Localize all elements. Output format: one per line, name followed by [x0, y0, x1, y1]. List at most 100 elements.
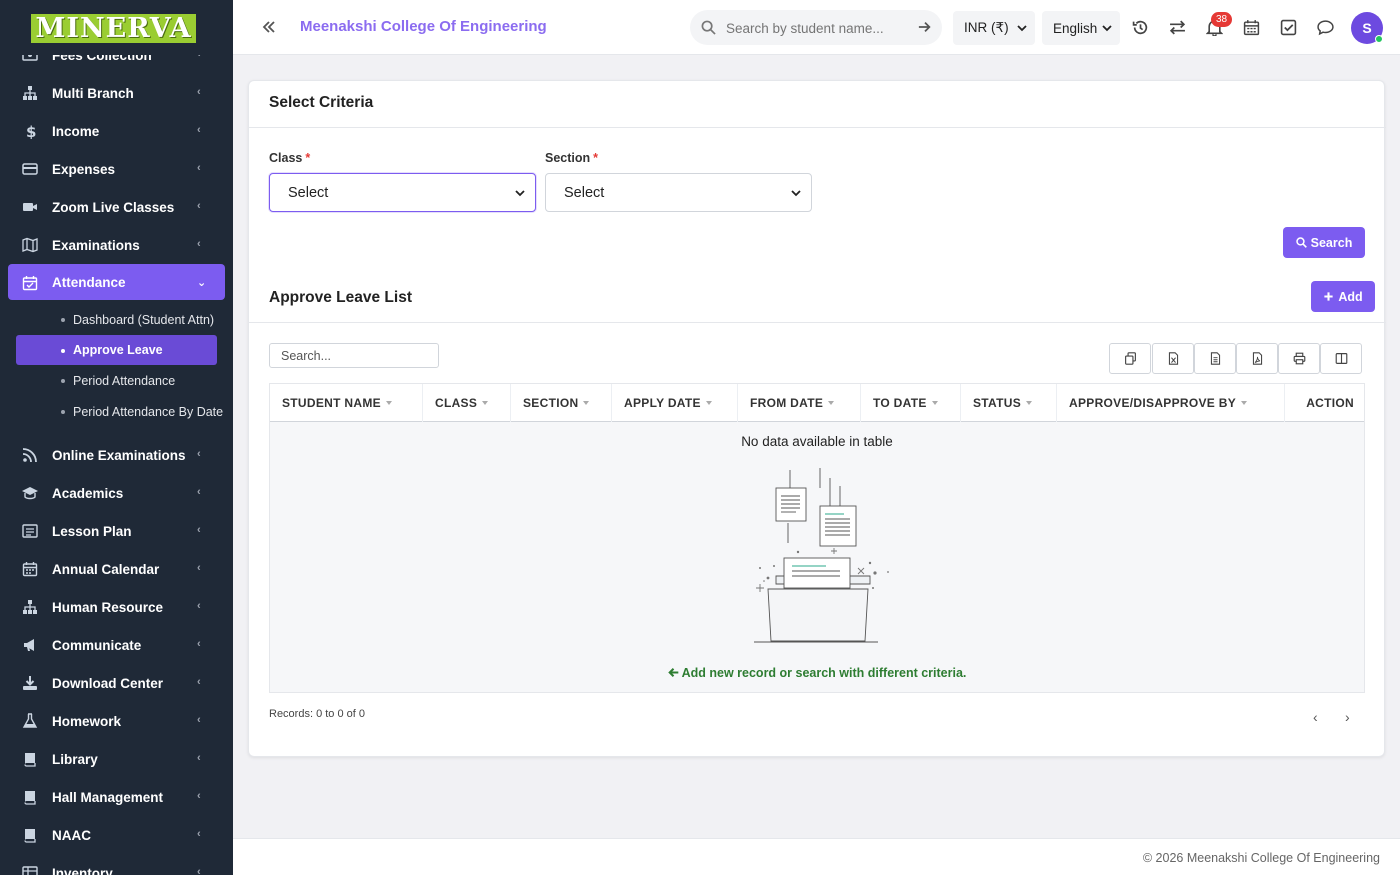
- column-header-section[interactable]: SECTION: [511, 384, 612, 422]
- sidebar-subitem-dashboard-student-attn[interactable]: Dashboard (Student Attn): [0, 304, 233, 335]
- export-pdf-button[interactable]: [1236, 343, 1278, 374]
- sidebar-item-lesson-plan[interactable]: Lesson Plan ‹: [0, 512, 233, 550]
- sidebar-item-human-resource[interactable]: Human Resource ‹: [0, 588, 233, 626]
- list-alt-icon: [22, 524, 38, 538]
- chevron-left-icon: ‹: [197, 524, 201, 536]
- sidebar-item-communicate[interactable]: Communicate ‹: [0, 626, 233, 664]
- history-icon[interactable]: [1132, 19, 1149, 36]
- chevron-down-icon: [515, 190, 525, 197]
- chevron-left-icon: ‹: [197, 86, 201, 98]
- dollar-icon: $: [26, 123, 36, 139]
- flask-icon: [22, 713, 38, 728]
- sidebar-item-label: Human Resource: [52, 599, 164, 615]
- chevron-left-icon: ‹: [197, 238, 201, 250]
- table-search-input[interactable]: Search...: [269, 343, 439, 368]
- column-header-approve-disapprove-by[interactable]: APPROVE/DISAPPROVE BY: [1057, 384, 1285, 422]
- sidebar-item-academics[interactable]: Academics ‹: [0, 474, 233, 512]
- search-button[interactable]: Search: [1283, 227, 1365, 258]
- chevron-left-icon: ‹: [197, 790, 201, 802]
- sidebar-item-library[interactable]: Library ‹: [0, 740, 233, 778]
- print-button[interactable]: [1278, 343, 1320, 374]
- sidebar-item-label: Expenses: [52, 161, 116, 177]
- language-select[interactable]: English: [1042, 11, 1120, 45]
- currency-select[interactable]: INR (₹): [953, 11, 1035, 45]
- chevron-left-icon: ‹: [197, 714, 201, 726]
- column-header-to-date[interactable]: TO DATE: [861, 384, 961, 422]
- column-header-from-date[interactable]: FROM DATE: [738, 384, 861, 422]
- book-icon: [24, 753, 36, 767]
- college-name[interactable]: Meenakshi College Of Engineering: [300, 18, 547, 35]
- column-header-status[interactable]: STATUS: [961, 384, 1057, 422]
- column-header-class[interactable]: CLASS: [423, 384, 511, 422]
- column-header-apply-date[interactable]: APPLY DATE: [612, 384, 738, 422]
- sidebar-item-examinations[interactable]: Examinations ‹: [0, 226, 233, 264]
- select-criteria-title: Select Criteria: [269, 94, 374, 111]
- chevron-left-icon: ‹: [197, 448, 201, 460]
- main-card: Select Criteria Class * Section * Select S…: [248, 80, 1386, 757]
- pagination-next[interactable]: ›: [1345, 709, 1357, 725]
- column-visibility-button[interactable]: [1320, 343, 1362, 374]
- pagination-previous[interactable]: ‹: [1313, 709, 1325, 725]
- sidebar-item-hall-management[interactable]: Hall Management ‹: [0, 778, 233, 816]
- sidebar-item-annual-calendar[interactable]: Annual Calendar ‹: [0, 550, 233, 588]
- sort-icon: [931, 401, 938, 405]
- app-logo[interactable]: MINERVA: [31, 14, 196, 43]
- section-select[interactable]: Select: [545, 173, 812, 212]
- add-button-label: Add: [1338, 289, 1363, 304]
- sidebar-item-label: Examinations: [52, 237, 140, 253]
- exchange-icon[interactable]: [1169, 19, 1186, 36]
- bullet-icon: [61, 379, 65, 383]
- sidebar-item-income[interactable]: $ Income ‹: [0, 112, 233, 150]
- calendar-icon[interactable]: [1243, 19, 1260, 36]
- search-icon: [1295, 237, 1307, 248]
- chevron-down-icon: [1017, 25, 1027, 32]
- chevron-down-icon: [1102, 25, 1112, 32]
- search-button-label: Search: [1310, 235, 1353, 250]
- double-chevron-left-icon[interactable]: [261, 18, 277, 36]
- map-icon: [22, 237, 38, 253]
- search-icon: [701, 20, 716, 35]
- task-check-icon[interactable]: [1280, 19, 1297, 36]
- column-header-action: ACTION: [1306, 396, 1354, 410]
- inventory-icon: [22, 866, 38, 875]
- chat-icon[interactable]: [1317, 19, 1334, 36]
- copy-button[interactable]: [1109, 343, 1151, 374]
- export-excel-button[interactable]: [1152, 343, 1194, 374]
- sitemap-icon: [23, 86, 37, 100]
- sidebar-subitem-label: Period Attendance By Date: [73, 404, 224, 419]
- approve-leave-list-title: Approve Leave List: [269, 289, 412, 306]
- sidebar-subitem-period-attendance[interactable]: Period Attendance: [0, 365, 233, 396]
- sort-icon: [482, 401, 489, 405]
- chevron-left-icon: ‹: [197, 600, 201, 612]
- sort-icon: [385, 401, 392, 405]
- sidebar-item-multi-branch[interactable]: Multi Branch ‹: [0, 74, 233, 112]
- student-search-input[interactable]: [726, 18, 901, 38]
- class-select[interactable]: Select: [269, 173, 536, 212]
- bullhorn-icon: [24, 639, 34, 651]
- export-csv-button[interactable]: [1194, 343, 1236, 374]
- sidebar-item-zoom-live-classes[interactable]: Zoom Live Classes ‹: [0, 188, 233, 226]
- column-header-student-name[interactable]: STUDENT NAME: [270, 384, 423, 422]
- sidebar-item-naac[interactable]: NAAC ‹: [0, 816, 233, 854]
- chevron-left-icon: ‹: [197, 124, 201, 136]
- sidebar-item-online-examinations[interactable]: Online Examinations ‹: [0, 436, 233, 474]
- sort-icon: [828, 401, 835, 405]
- sidebar-subitem-period-attendance-by-date[interactable]: Period Attendance By Date: [0, 396, 233, 427]
- chevron-down-icon: [791, 190, 801, 197]
- sidebar-item-label: Communicate: [52, 637, 142, 653]
- chevron-left-icon: ‹: [197, 638, 201, 650]
- empty-folder-illustration: [754, 468, 889, 643]
- add-button[interactable]: Add: [1311, 281, 1375, 312]
- sidebar-item-homework[interactable]: Homework ‹: [0, 702, 233, 740]
- sidebar-subitem-approve-leave[interactable]: Approve Leave: [16, 335, 217, 365]
- arrow-right-icon[interactable]: [918, 20, 932, 34]
- records-info: Records: 0 to 0 of 0: [269, 708, 365, 720]
- sidebar-item-label: Download Center: [52, 675, 164, 691]
- sidebar-item-attendance[interactable]: Attendance ⌄: [8, 264, 225, 300]
- sort-icon: [1241, 401, 1248, 405]
- rss-icon: [22, 448, 37, 463]
- bullet-icon: [61, 349, 65, 353]
- sidebar-item-inventory[interactable]: Inventory ‹: [0, 854, 233, 875]
- sidebar-item-expenses[interactable]: Expenses ‹: [0, 150, 233, 188]
- sidebar-item-download-center[interactable]: Download Center ‹: [0, 664, 233, 702]
